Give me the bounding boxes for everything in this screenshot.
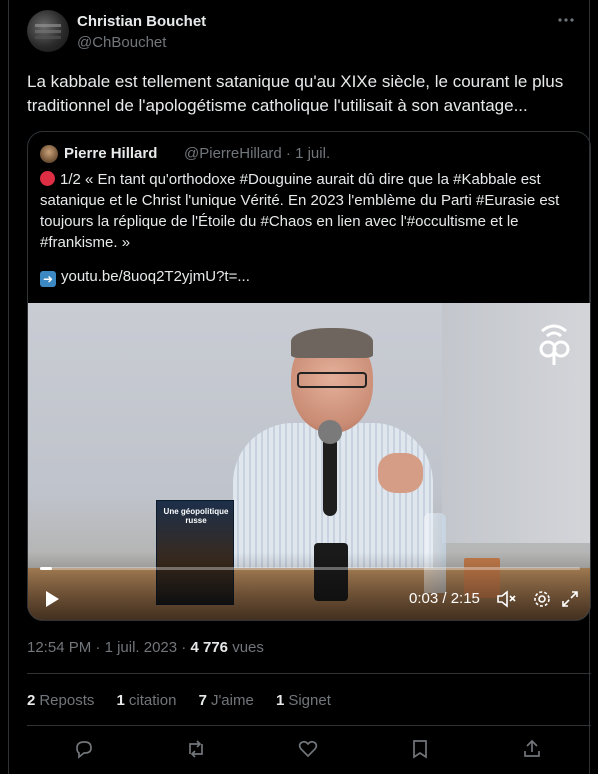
quotes-count: 1: [116, 692, 125, 709]
quote-author-name: Pierre Hillard: [64, 145, 158, 162]
repost-icon[interactable]: [185, 738, 207, 760]
views-count: 4 776: [190, 639, 229, 656]
quote-text-content: 1/2 « En tant qu'orthodoxe #Douguine aur…: [40, 171, 560, 251]
settings-icon[interactable]: [532, 589, 552, 609]
likes-stat[interactable]: 7 J'aime: [199, 692, 254, 709]
video-time: 0:03 / 2:15: [409, 590, 480, 607]
video-progress-bar[interactable]: [40, 567, 580, 570]
author-avatar[interactable]: [27, 10, 69, 52]
quotes-stat[interactable]: 1 citation: [117, 692, 177, 709]
views-label: vues: [232, 639, 264, 656]
bookmark-icon[interactable]: [409, 738, 431, 760]
share-icon[interactable]: [521, 738, 543, 760]
more-icon[interactable]: [555, 10, 577, 32]
quote-author-handle: @PierreHillard: [184, 145, 282, 162]
red-circle-icon: [40, 171, 55, 186]
quote-link-text[interactable]: youtu.be/8uoq2T2yjmU?t=...: [61, 268, 250, 285]
divider: [27, 673, 591, 674]
meta-separator: ·: [285, 145, 296, 162]
meta-separator: ·: [95, 639, 105, 656]
tweet-date[interactable]: 1 juil. 2023: [105, 639, 178, 656]
author-name[interactable]: Christian Bouchet: [77, 13, 206, 30]
tweet-meta: 12:54 PM · 1 juil. 2023 · 4 776 vues: [27, 639, 264, 656]
author-handle[interactable]: @ChBouchet: [77, 34, 166, 51]
bookmarks-stat[interactable]: 1 Signet: [276, 692, 331, 709]
quoted-tweet[interactable]: Pierre Hillard @PierreHillard · 1 juil. …: [27, 131, 591, 621]
book-title: Une géopolitique russe: [163, 507, 229, 525]
like-icon[interactable]: [297, 738, 319, 760]
video-progress-fill: [40, 567, 52, 570]
reply-icon[interactable]: [73, 738, 95, 760]
quote-meta: @PierreHillard · 1 juil.: [184, 145, 330, 162]
quote-avatar: [40, 145, 58, 163]
video-player[interactable]: Une géopolitique russe 0:03 / 2:15: [28, 303, 590, 620]
divider: [27, 725, 591, 726]
likes-count: 7: [198, 692, 207, 709]
quote-link[interactable]: ➜ youtu.be/8uoq2T2yjmU?t=...: [40, 268, 250, 287]
play-icon[interactable]: [42, 589, 62, 609]
cp-logo-icon: [539, 324, 570, 365]
reposts-label: Reposts: [39, 692, 95, 709]
right-arrow-icon: ➜: [40, 271, 56, 287]
likes-label: J'aime: [210, 692, 254, 709]
tweet-time[interactable]: 12:54 PM: [27, 639, 91, 656]
quote-date: 1 juil.: [295, 145, 331, 162]
quotes-label: citation: [128, 692, 177, 709]
reposts-count: 2: [27, 692, 36, 709]
fullscreen-icon[interactable]: [560, 589, 580, 609]
mute-icon[interactable]: [496, 589, 516, 609]
tweet-text: La kabbale est tellement satanique qu'au…: [27, 72, 564, 115]
bookmarks-count: 1: [276, 692, 285, 709]
bookmarks-label: Signet: [288, 692, 331, 709]
quote-text: 1/2 « En tant qu'orthodoxe #Douguine aur…: [40, 169, 580, 253]
reposts-stat[interactable]: 2 Reposts: [27, 692, 94, 709]
action-bar: [9, 738, 591, 764]
video-controls-overlay: [28, 552, 590, 620]
tweet-stats: 2 Reposts 1 citation 7 J'aime 1 Signet: [27, 692, 349, 709]
tweet-detail: Christian Bouchet @ChBouchet La kabbale …: [8, 0, 591, 774]
